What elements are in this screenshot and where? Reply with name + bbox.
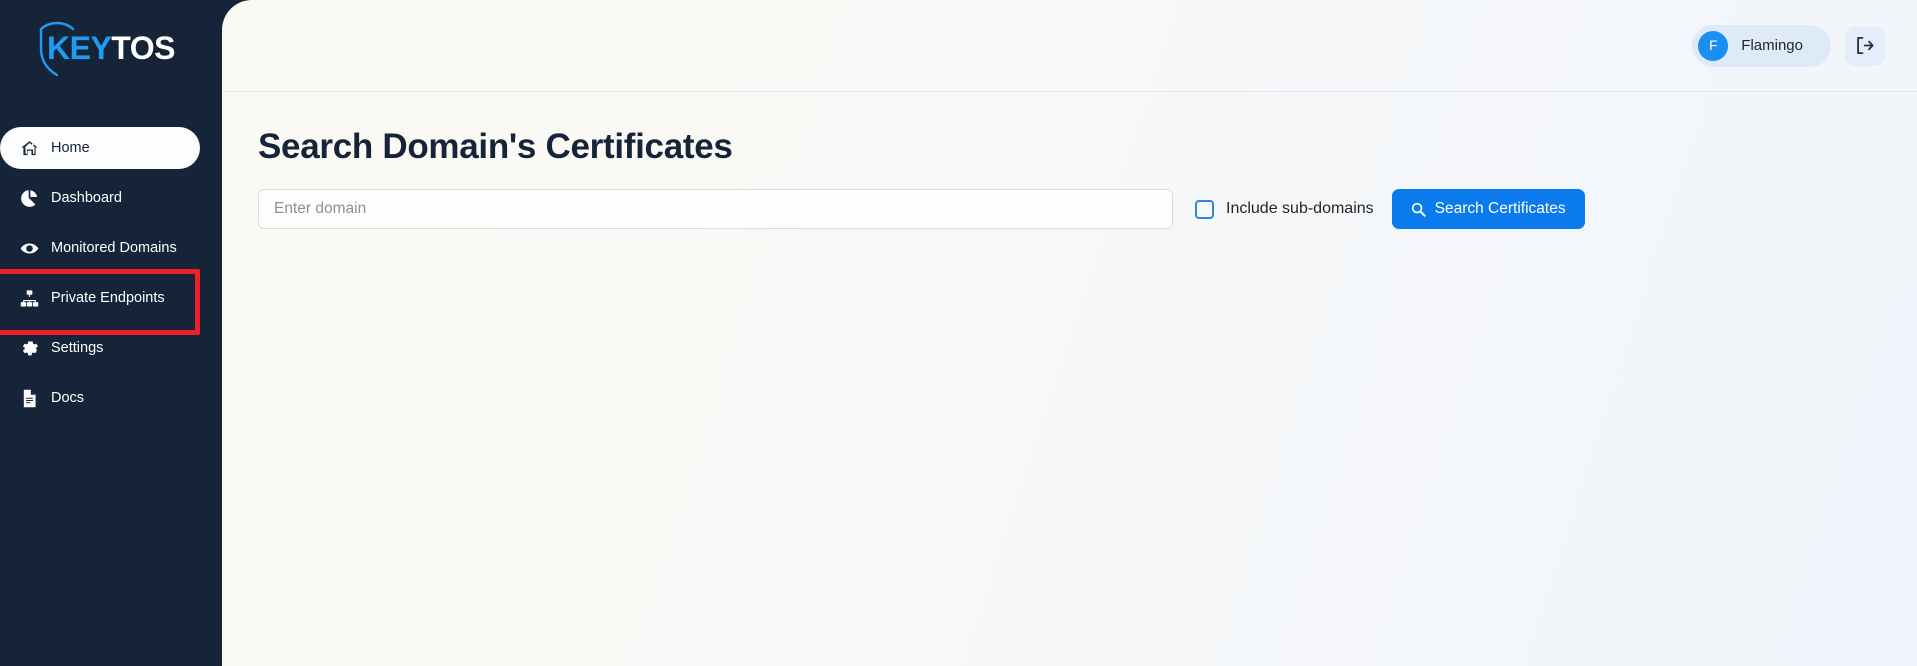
sidebar-item-private-endpoints[interactable]: Private Endpoints [0, 269, 200, 335]
sign-out-icon [1857, 36, 1874, 55]
sidebar-item-label: Private Endpoints [51, 290, 165, 306]
logo-text-tos: TOS [111, 30, 175, 66]
document-icon [20, 389, 39, 408]
avatar: F [1698, 30, 1729, 61]
logo-text: KEYTOS [47, 32, 175, 64]
sidebar-item-label: Docs [51, 390, 85, 406]
user-menu[interactable]: F Flamingo [1692, 24, 1831, 67]
search-certificates-label: Search Certificates [1434, 200, 1566, 217]
home-icon [20, 139, 39, 158]
logout-button[interactable] [1845, 25, 1885, 66]
sidebar-nav: Home Dashboard Monitored Domains Private… [0, 127, 222, 427]
sidebar-item-docs[interactable]: Docs [0, 377, 200, 419]
sidebar-item-label: Dashboard [51, 190, 122, 206]
logo-lockup: KEYTOS [39, 21, 175, 77]
sidebar: KEYTOS Home Dashboard Monitored Domains … [0, 0, 222, 666]
page-title: Search Domain's Certificates [258, 127, 733, 166]
logo-text-key: KEY [47, 30, 112, 66]
app-root: KEYTOS Home Dashboard Monitored Domains … [0, 0, 1917, 666]
sidebar-item-label: Home [51, 140, 90, 156]
search-form: Include sub-domains Search Certificates [258, 189, 1917, 229]
include-subdomains-checkbox[interactable] [1195, 199, 1214, 219]
search-certificates-button[interactable]: Search Certificates [1391, 189, 1585, 229]
top-bar: F Flamingo [222, 0, 1917, 92]
sidebar-item-settings[interactable]: Settings [0, 327, 200, 369]
sidebar-item-dashboard[interactable]: Dashboard [0, 177, 200, 219]
sidebar-item-label: Monitored Domains [51, 240, 177, 256]
eye-icon [20, 239, 39, 258]
pie-chart-icon [20, 189, 39, 208]
sidebar-item-label: Settings [51, 340, 104, 356]
include-subdomains-group: Include sub-domains [1195, 199, 1374, 219]
sitemap-icon [20, 289, 39, 308]
include-subdomains-label[interactable]: Include sub-domains [1226, 200, 1374, 218]
main-content: Search Domain's Certificates Include sub… [222, 92, 1917, 229]
gear-icon [20, 339, 39, 358]
sidebar-item-home[interactable]: Home [0, 127, 200, 169]
search-icon [1411, 202, 1426, 217]
user-name: Flamingo [1741, 37, 1803, 54]
domain-search-input[interactable] [258, 189, 1173, 229]
content-panel: F Flamingo Search Domain's Certificates … [222, 0, 1917, 666]
sidebar-item-monitored-domains[interactable]: Monitored Domains [0, 227, 200, 269]
brand-logo[interactable]: KEYTOS [0, 0, 222, 96]
